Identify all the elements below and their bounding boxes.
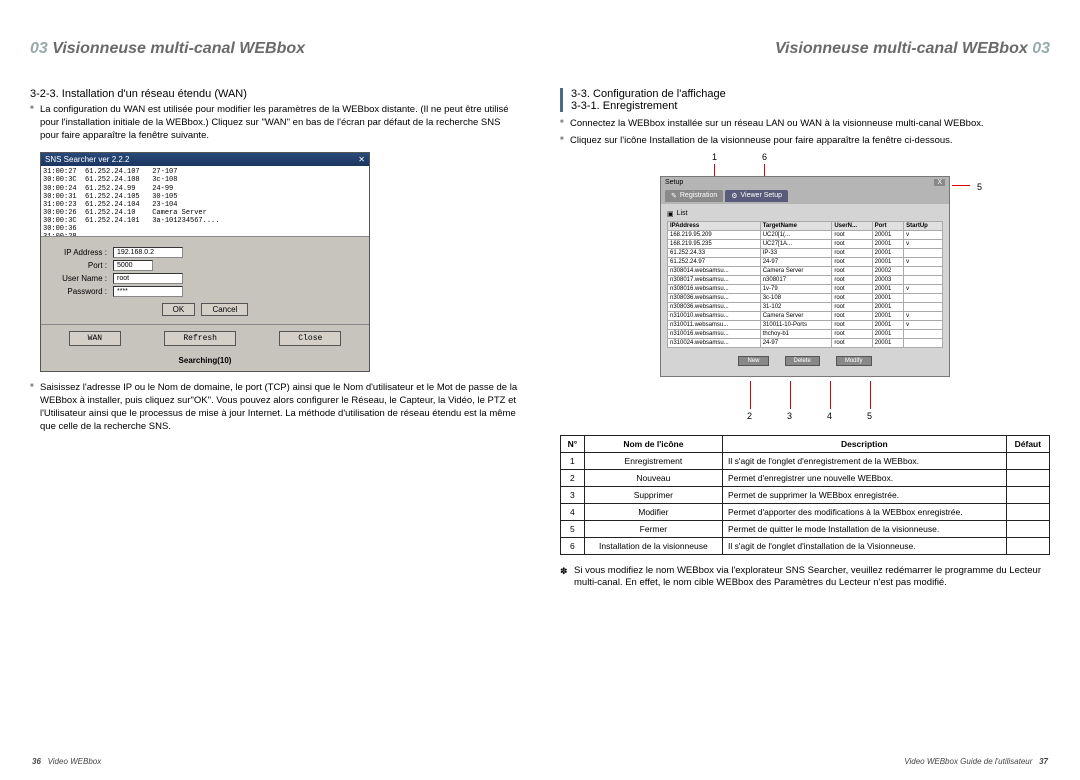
table-header: Port: [872, 221, 904, 230]
ip-input[interactable]: 192.168.0.2: [113, 247, 183, 258]
registration-table[interactable]: IPAddressTargetNameUserN...PortStartUp 1…: [667, 221, 943, 348]
chapter-number: 03: [1032, 40, 1050, 57]
tab-registration[interactable]: ✎ Registration: [665, 190, 723, 202]
footer-text-left: Video WEBbox: [48, 757, 102, 766]
tab-viewer-setup-label: Viewer Setup: [741, 192, 783, 199]
setup-window: Setup X ✎ Registration ⚙ Viewer Setup ▣: [660, 176, 950, 377]
right-page: Visionneuse multi-canal WEBbox 03 3-3. C…: [560, 40, 1050, 700]
sns-title-text: SNS Searcher ver 2.2.2: [45, 155, 129, 164]
refresh-button[interactable]: Refresh: [164, 331, 236, 346]
table-row: 5FermerPermet de quitter le mode Install…: [561, 520, 1050, 537]
new-button[interactable]: New: [738, 356, 768, 366]
table-header: TargetName: [760, 221, 832, 230]
col-n: N°: [561, 435, 585, 452]
user-input[interactable]: root: [113, 273, 183, 284]
col-desc: Description: [723, 435, 1007, 452]
para-click-install: Cliquez sur l'icône Installation de la v…: [560, 135, 1050, 148]
table-row: 2NouveauPermet d'enregistrer une nouvell…: [561, 469, 1050, 486]
para-connect: Connectez la WEBbox installée sur un rés…: [560, 118, 1050, 131]
table-row[interactable]: n308036.websamsu...31-102root20001: [668, 302, 943, 311]
gear-icon: ⚙: [731, 192, 737, 200]
para-wan-steps: Saisissez l'adresse IP ou le Nom de doma…: [30, 382, 520, 433]
user-label: User Name :: [55, 274, 113, 283]
callout-5: 5: [977, 182, 982, 192]
callout-2: 2: [747, 411, 752, 421]
close-button[interactable]: Close: [279, 331, 341, 346]
delete-button[interactable]: Delete: [785, 356, 820, 366]
table-row[interactable]: 168.219.95.235UC27[1A...root20001v: [668, 239, 943, 248]
chapter-title: Visionneuse multi-canal WEBbox: [52, 40, 305, 57]
table-row[interactable]: 168.219.95.209UC20[1(...root20001v: [668, 230, 943, 239]
col-def: Défaut: [1006, 435, 1049, 452]
col-name: Nom de l'icône: [584, 435, 722, 452]
chapter-header-left: 03 Visionneuse multi-canal WEBbox: [30, 40, 520, 58]
callout-3: 3: [787, 411, 792, 421]
ok-button[interactable]: OK: [162, 303, 196, 316]
callout-6: 6: [762, 152, 767, 162]
cancel-button[interactable]: Cancel: [201, 303, 248, 316]
callouts-bottom: 2 3 4 5: [640, 381, 970, 427]
footer-text-right: Video WEBbox Guide de l'utilisateur: [904, 757, 1032, 766]
para-wan-intro: La configuration du WAN est utilisée pou…: [30, 104, 520, 142]
page-number-left: 36: [32, 757, 41, 766]
sns-device-list[interactable]: 31:00:27 61.252.24.107 27-107 30:00:3C 6…: [41, 166, 369, 236]
table-row[interactable]: n308014.websamsu...Camera Serverroot2000…: [668, 266, 943, 275]
chapter-header-right: Visionneuse multi-canal WEBbox 03: [560, 40, 1050, 58]
table-row: 1EnregistrementIl s'agit de l'onglet d'e…: [561, 452, 1050, 469]
table-row: 4ModifierPermet d'apporter des modificat…: [561, 503, 1050, 520]
port-label: Port :: [55, 261, 113, 270]
callout-4: 4: [827, 411, 832, 421]
port-input[interactable]: 5000: [113, 260, 153, 271]
chapter-title: Visionneuse multi-canal WEBbox: [775, 40, 1028, 57]
list-label: List: [677, 210, 688, 217]
table-row[interactable]: n310024.websamsu...24-97root20001: [668, 338, 943, 347]
subsection-title: 3-2-3. Installation d'un réseau étendu (…: [30, 88, 520, 100]
list-icon: ▣: [667, 210, 674, 218]
sns-form-panel: IP Address : 192.168.0.2 Port : 5000 Use…: [41, 236, 369, 324]
modify-button[interactable]: Modify: [836, 356, 872, 366]
sns-titlebar: SNS Searcher ver 2.2.2 ✕: [41, 153, 369, 166]
callout-1: 1: [712, 152, 717, 162]
note-sns-rename: Si vous modifiez le nom WEBbox via l'exp…: [560, 565, 1050, 591]
setup-title: Setup: [665, 179, 683, 186]
table-row[interactable]: n308036.websamsu...3c-108root20001: [668, 293, 943, 302]
ip-label: IP Address :: [55, 248, 113, 257]
left-page: 03 Visionneuse multi-canal WEBbox 3-2-3.…: [30, 40, 520, 700]
table-row[interactable]: n308017.websamsu...n308017root20003: [668, 275, 943, 284]
sns-bottom-buttons: WAN Refresh Close: [41, 324, 369, 352]
callouts-top: 1 6: [640, 152, 970, 172]
sns-status: Searching(10): [41, 352, 369, 371]
table-row[interactable]: n310016.websamsu...thchoy-b1root20001: [668, 329, 943, 338]
table-row[interactable]: n310010.websamsu...Camera Serverroot2000…: [668, 311, 943, 320]
subsection-title-text: 3-3-1. Enregistrement: [571, 100, 677, 112]
footer-right: Video WEBbox Guide de l'utilisateur 37: [904, 757, 1048, 766]
table-row[interactable]: 61.252.24.9724-97root20001v: [668, 257, 943, 266]
section-title-text: 3-3. Configuration de l'affichage: [571, 88, 726, 100]
table-row[interactable]: 61.252.24.33IP-33root20001: [668, 248, 943, 257]
pass-input[interactable]: ****: [113, 286, 183, 297]
table-header: StartUp: [904, 221, 943, 230]
table-row: 3SupprimerPermet de supprimer la WEBbox …: [561, 486, 1050, 503]
icon-description-table: N° Nom de l'icône Description Défaut 1En…: [560, 435, 1050, 555]
pass-label: Password :: [55, 287, 113, 296]
tab-viewer-setup[interactable]: ⚙ Viewer Setup: [725, 190, 788, 202]
tab-registration-label: Registration: [680, 192, 717, 199]
registration-icon: ✎: [671, 192, 677, 200]
sns-searcher-window: SNS Searcher ver 2.2.2 ✕ 31:00:27 61.252…: [40, 152, 370, 372]
table-header: UserN...: [832, 221, 872, 230]
setup-close-icon[interactable]: X: [934, 179, 945, 186]
page-number-right: 37: [1039, 757, 1048, 766]
table-header: IPAddress: [668, 221, 761, 230]
table-row: 6Installation de la visionneuseIl s'agit…: [561, 537, 1050, 554]
section-title: 3-3. Configuration de l'affichage 3-3-1.…: [560, 88, 1050, 112]
table-row[interactable]: n310011.websamsu...310011-10-Portsroot20…: [668, 320, 943, 329]
wan-button[interactable]: WAN: [69, 331, 121, 346]
callout-5b: 5: [867, 411, 872, 421]
chapter-number: 03: [30, 40, 48, 57]
table-row[interactable]: n308016.websamsu...1v-79root20001v: [668, 284, 943, 293]
close-icon[interactable]: ✕: [358, 155, 365, 164]
footer-left: 36 Video WEBbox: [32, 757, 101, 766]
